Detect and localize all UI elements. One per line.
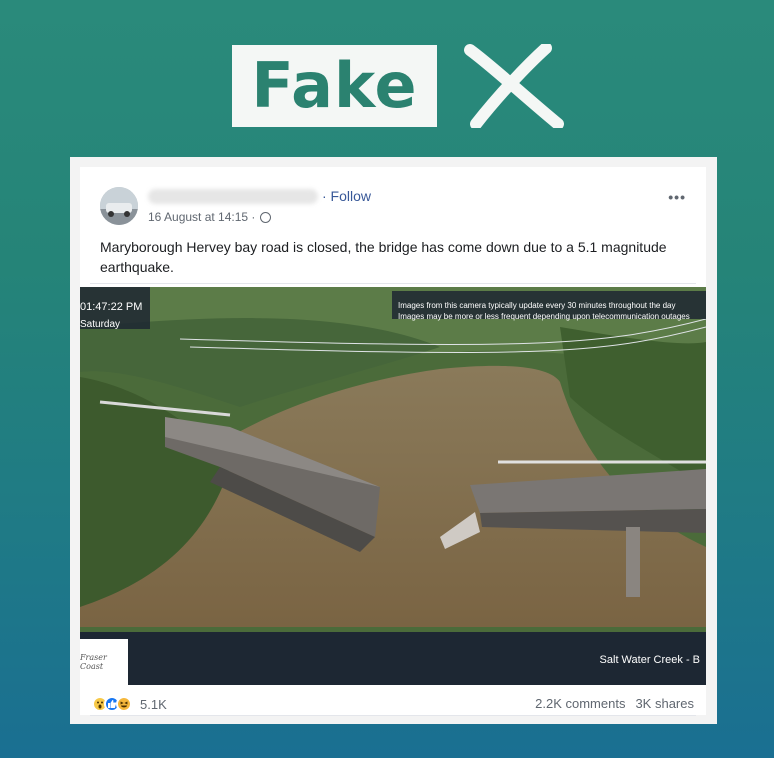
post-image[interactable]: 01:47:22 PM Saturday Images from this ca… [80, 287, 706, 685]
globe-icon [260, 211, 272, 223]
camera-note: Images from this camera typically update… [398, 300, 690, 322]
camera-location: Salt Water Creek - B [599, 654, 700, 666]
reaction-count: 5.1K [140, 696, 167, 712]
avatar[interactable] [100, 187, 138, 225]
camera-day: Saturday [80, 319, 121, 330]
more-options-button[interactable]: ••• [668, 189, 686, 205]
council-logo-text: Fraser Coast [80, 653, 107, 671]
divider [90, 715, 696, 716]
cross-icon [464, 44, 564, 128]
divider [90, 283, 696, 284]
follow-link[interactable]: · Follow [322, 188, 371, 204]
engagement-stats: 2.2K comments 3K shares [535, 696, 694, 711]
fake-banner: Fake [232, 45, 437, 127]
haha-reaction-icon [116, 696, 132, 712]
camera-note-line-2: Images may be more or less frequent depe… [398, 312, 690, 321]
blurred-author-name [148, 189, 318, 204]
camera-note-line-1: Images from this camera typically update… [398, 301, 676, 310]
reactions-summary[interactable]: 5.1K [92, 696, 167, 712]
post-caption: Maryborough Hervey bay road is closed, t… [100, 239, 667, 275]
comments-count[interactable]: 2.2K comments [535, 696, 625, 711]
post-card: · Follow 16 August at 14:15 · ••• Marybo… [80, 167, 706, 716]
camera-time: 01:47:22 PM [80, 301, 143, 313]
council-logo: Fraser Coast [80, 639, 128, 685]
post-meta: 16 August at 14:15 · [148, 210, 272, 224]
facebook-post-frame: · Follow 16 August at 14:15 · ••• Marybo… [70, 157, 717, 724]
fake-label: Fake [251, 49, 418, 122]
shares-count[interactable]: 3K shares [635, 696, 694, 711]
post-timestamp[interactable]: 16 August at 14:15 · [148, 210, 255, 224]
bridge-collapse-photo [80, 287, 706, 685]
